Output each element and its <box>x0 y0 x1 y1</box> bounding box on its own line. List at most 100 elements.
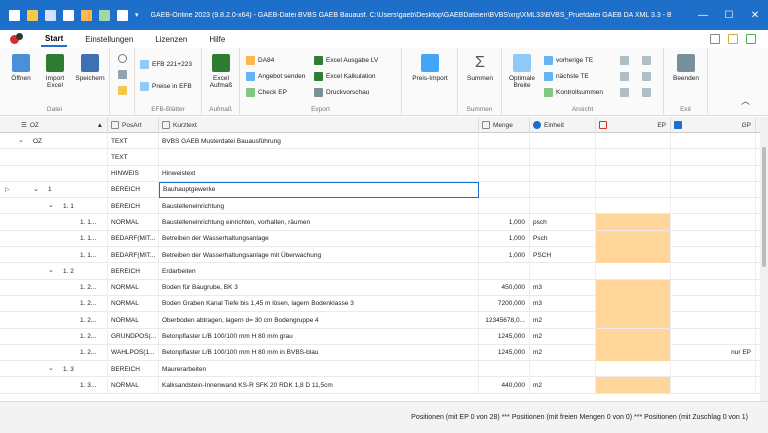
indent-button[interactable] <box>620 72 632 81</box>
table-row[interactable]: ⌄ OZ TEXT BVBS GAEB Musterdatei Bauausführu… <box>0 133 760 150</box>
cell-kurztext[interactable]: Maurerarbeiten <box>159 361 479 378</box>
cell-menge[interactable] <box>479 165 530 182</box>
cell-kurztext[interactable]: Betreiben der Wasserhaltungsanlage <box>159 230 479 247</box>
cell-menge[interactable]: 1,000 <box>479 214 530 231</box>
cell-menge[interactable] <box>479 361 530 378</box>
collapse-tree-button[interactable] <box>642 72 654 81</box>
table-row[interactable]: ⌄ 1. 3 BEREICH Maurerarbeiten <box>0 361 760 378</box>
header-gp[interactable]: GP <box>671 117 756 133</box>
open-button[interactable]: Öffnen <box>6 54 36 82</box>
app-logo-icon[interactable] <box>10 32 23 46</box>
header-posart[interactable]: PosArt <box>108 117 159 133</box>
maximize-button[interactable]: ☐ <box>716 0 742 30</box>
header-menge[interactable]: Menge <box>479 117 530 133</box>
kontrollsummen-button[interactable]: Kontrollsummen <box>544 88 603 97</box>
header-einheit[interactable]: Einheit <box>530 117 596 133</box>
cell-menge[interactable] <box>479 181 530 198</box>
cell-ep[interactable] <box>596 295 671 312</box>
cell-kurztext[interactable]: Hinweistext <box>159 165 479 182</box>
cell-menge[interactable] <box>479 133 530 149</box>
list-view-button[interactable] <box>620 56 632 65</box>
preis-import-button[interactable]: Preis-Import <box>408 54 452 82</box>
cell-menge[interactable]: 1245,000 <box>479 328 530 345</box>
header-kurztext[interactable]: Kurztext <box>159 117 479 133</box>
naechste-te-button[interactable]: nächste TE <box>544 72 589 81</box>
cell-ep[interactable] <box>596 230 671 247</box>
cell-kurztext[interactable]: Betreiben der Wasserhaltungsanlage mit Ü… <box>159 247 479 264</box>
outdent-button[interactable] <box>620 88 632 97</box>
excel-ausgabe-button[interactable]: Excel Ausgabe LV <box>314 56 378 65</box>
import-excel-button[interactable]: Import Excel <box>38 54 72 90</box>
summen-button[interactable]: Σ Summen <box>463 54 497 82</box>
beenden-button[interactable]: Beenden <box>668 54 704 82</box>
table-row[interactable]: 1. 2... NORMAL Boden für Baugrube, BK 3 450… <box>0 279 760 296</box>
tab-hilfe[interactable]: Hilfe <box>205 33 229 46</box>
excel-icon[interactable] <box>99 9 110 21</box>
new-icon[interactable] <box>63 9 74 21</box>
table-row[interactable]: ⌄ 1. 1 BEREICH Baustelleneinrichtung <box>0 198 760 215</box>
table-row[interactable]: 1. 2... NORMAL Boden Graben Kanal Tiefe bi… <box>0 295 760 313</box>
cell-ep[interactable] <box>596 149 671 166</box>
note-button[interactable] <box>118 86 130 95</box>
cell-ep[interactable] <box>596 263 671 280</box>
cell-kurztext[interactable]: Betonpflaster L/B 100/100 mm H 80 mm gra… <box>159 328 479 345</box>
cell-ep[interactable] <box>596 328 671 345</box>
da84-button[interactable]: DA84 <box>246 56 274 65</box>
cell-kurztext[interactable] <box>159 149 479 166</box>
cell-kurztext[interactable]: Boden Graben Kanal Tiefe bis 1,45 m löse… <box>159 295 479 312</box>
cell-ep[interactable] <box>596 279 671 296</box>
table-row[interactable]: 1. 2... GRUNDPOS(... Betonpflaster L/B 100… <box>0 328 760 345</box>
preise-efb-button[interactable]: Preise in EFB <box>140 82 192 91</box>
sort-icon[interactable]: ▲ <box>97 122 103 129</box>
collapse-ribbon-icon[interactable]: ︿ <box>741 94 750 107</box>
cell-menge[interactable]: 7200,000 <box>479 295 530 312</box>
cell-kurztext[interactable]: BVBS GAEB Musterdatei Bauausführung <box>159 133 479 149</box>
scroll-thumb[interactable] <box>762 147 766 267</box>
email-icon[interactable] <box>710 34 720 44</box>
save-button[interactable]: Speichern <box>74 54 106 82</box>
edit-button[interactable] <box>118 70 130 79</box>
cell-ep[interactable] <box>596 198 671 215</box>
cell-ep[interactable] <box>596 361 671 378</box>
search-button[interactable] <box>118 54 130 63</box>
expand-button[interactable] <box>642 56 654 65</box>
cell-kurztext[interactable]: Erdarbeiten <box>159 263 479 280</box>
cell-menge[interactable]: 440,000 <box>479 377 530 394</box>
table-row[interactable]: 1. 2... WAHLPOS(1... Betonpflaster L/B 100… <box>0 344 760 362</box>
cell-kurztext[interactable]: Baustelleneinrichtung <box>159 198 479 215</box>
cart-icon[interactable] <box>746 34 756 44</box>
tab-lizenzen[interactable]: Lizenzen <box>151 33 191 46</box>
cell-menge[interactable]: 1,000 <box>479 247 530 264</box>
cell-menge[interactable] <box>479 149 530 166</box>
optimale-breite-button[interactable]: Optimale Breite <box>506 54 538 90</box>
table-row[interactable]: 1. 1... NORMAL Baustelleneinrichtung einri… <box>0 214 760 231</box>
export-icon[interactable] <box>81 9 92 21</box>
print-icon[interactable] <box>117 9 128 21</box>
cell-ep[interactable] <box>596 165 671 182</box>
filter-button[interactable] <box>642 88 654 97</box>
druckvorschau-button[interactable]: Druckvorschau <box>314 88 369 97</box>
cell-kurztext[interactable]: Bauhauptgewerke <box>159 181 479 198</box>
tab-einstellungen[interactable]: Einstellungen <box>81 33 137 46</box>
table-row[interactable]: HINWEIS Hinweistext <box>0 165 760 182</box>
vertical-scrollbar[interactable] <box>760 117 768 401</box>
cell-menge[interactable]: 450,000 <box>479 279 530 296</box>
cell-kurztext[interactable]: Betonpflaster L/B 100/100 mm H 80 mm in … <box>159 344 479 361</box>
table-row[interactable]: ▷ ⌄ 1 BEREICH Bauhauptgewerke <box>0 181 760 199</box>
angebot-senden-button[interactable]: Angebot senden <box>246 72 305 81</box>
table-row[interactable]: 1. 1... BEDARF(MIT... Betreiben der Wasser… <box>0 230 760 248</box>
cell-kurztext[interactable]: Boden für Baugrube, BK 3 <box>159 279 479 296</box>
close-button[interactable]: ✕ <box>742 0 768 30</box>
cell-ep[interactable] <box>596 133 671 149</box>
table-row[interactable]: 1. 1... BEDARF(MIT... Betreiben der Wasser… <box>0 247 760 264</box>
excel-aufmass-button[interactable]: Excel Aufmaß <box>206 54 236 90</box>
efb221-button[interactable]: EFB 221+223 <box>140 60 192 69</box>
save-icon[interactable] <box>45 9 56 21</box>
cell-kurztext[interactable]: Oberboden abtragen, lagern d= 30 cm Bode… <box>159 312 479 329</box>
cell-kurztext[interactable]: Kalksandstein-Innenwand KS-R SFK 20 RDK … <box>159 377 479 394</box>
cell-kurztext[interactable]: Baustelleneinrichtung einrichten, vorhal… <box>159 214 479 231</box>
minimize-button[interactable]: — <box>690 0 716 30</box>
cell-ep[interactable] <box>596 247 671 264</box>
check-ep-button[interactable]: Check EP <box>246 88 287 97</box>
header-oz[interactable]: ☰ OZ ▲ <box>0 117 108 133</box>
